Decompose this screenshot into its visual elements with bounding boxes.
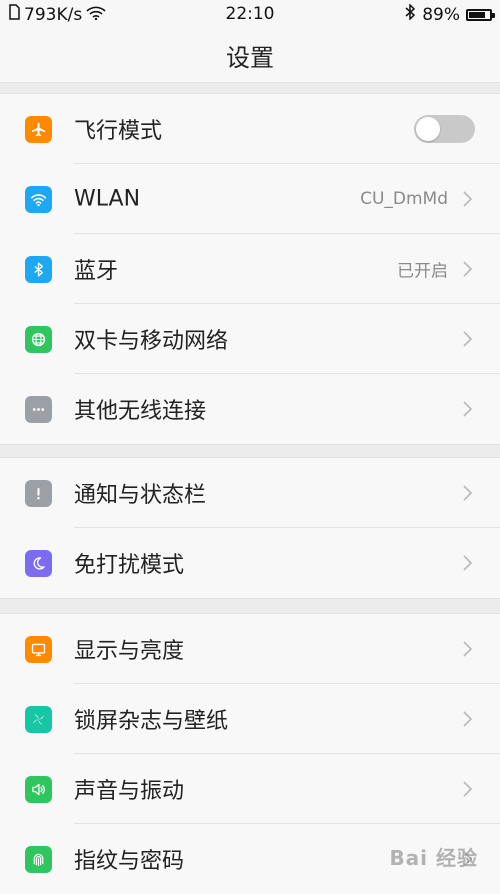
fingerprint-icon — [25, 846, 52, 873]
setting-label: 声音与振动 — [74, 779, 185, 804]
chevron-right-icon — [463, 191, 473, 207]
setting-label: 通知与状态栏 — [74, 483, 207, 508]
battery-icon — [466, 8, 495, 21]
airplane-icon — [25, 116, 52, 143]
setting-label: 免打扰模式 — [74, 553, 185, 578]
setting-label: WLAN — [74, 186, 141, 212]
chevron-right-icon — [463, 261, 473, 277]
status-bar: 793K/s 22:10 89% — [0, 0, 500, 28]
bluetooth-status: 已开启 — [397, 261, 448, 282]
settings-section-notifications: 通知与状态栏 免打扰模式 — [0, 458, 500, 598]
setting-display-brightness[interactable]: 显示与亮度 — [0, 614, 500, 684]
watermark-text: Bai 经验 — [389, 846, 478, 870]
setting-label: 锁屏杂志与壁纸 — [74, 709, 229, 734]
setting-label: 指纹与密码 — [74, 849, 185, 874]
setting-label: 显示与亮度 — [74, 639, 185, 664]
setting-label: 双卡与移动网络 — [74, 329, 229, 354]
battery-percent: 89% — [422, 4, 460, 25]
section-gap — [0, 598, 500, 614]
settings-section-connectivity: 飞行模式 WLAN CU_DmMd 蓝牙 已开启 双卡与移动网络 其他无线连接 — [0, 94, 500, 444]
section-gap — [0, 83, 500, 94]
battery-fill — [469, 11, 486, 18]
setting-bluetooth[interactable]: 蓝牙 已开启 — [0, 234, 500, 304]
bluetooth-icon — [404, 3, 416, 25]
chevron-right-icon — [463, 711, 473, 727]
bluetooth-icon — [25, 256, 52, 283]
wlan-network-name: CU_DmMd — [360, 189, 448, 209]
setting-other-wireless[interactable]: 其他无线连接 — [0, 374, 500, 444]
monitor-icon — [25, 636, 52, 663]
setting-label: 蓝牙 — [74, 259, 119, 284]
setting-wlan[interactable]: WLAN CU_DmMd — [0, 164, 500, 234]
airplane-mode-toggle[interactable] — [414, 115, 475, 143]
header: 设置 — [0, 28, 500, 83]
chevron-right-icon — [463, 401, 473, 417]
wifi-icon — [25, 186, 52, 213]
toggle-knob — [416, 117, 440, 141]
page-title: 设置 — [226, 43, 274, 72]
moon-icon — [25, 550, 52, 577]
setting-notifications-status-bar[interactable]: 通知与状态栏 — [0, 458, 500, 528]
status-right: 89% — [404, 3, 495, 25]
setting-label: 其他无线连接 — [74, 399, 207, 424]
setting-do-not-disturb[interactable]: 免打扰模式 — [0, 528, 500, 598]
chevron-right-icon — [463, 485, 473, 501]
setting-label: 飞行模式 — [74, 119, 163, 144]
speaker-icon — [25, 776, 52, 803]
more-dots-icon — [25, 396, 52, 423]
pinwheel-icon — [25, 706, 52, 733]
globe-icon — [25, 326, 52, 353]
chevron-right-icon — [463, 781, 473, 797]
setting-sound-vibration[interactable]: 声音与振动 — [0, 754, 500, 824]
section-gap — [0, 444, 500, 458]
chevron-right-icon — [463, 641, 473, 657]
chevron-right-icon — [463, 555, 473, 571]
setting-dual-sim-mobile-network[interactable]: 双卡与移动网络 — [0, 304, 500, 374]
setting-airplane-mode[interactable]: 飞行模式 — [0, 94, 500, 164]
chevron-right-icon — [463, 331, 473, 347]
setting-lockscreen-wallpaper[interactable]: 锁屏杂志与壁纸 — [0, 684, 500, 754]
exclamation-icon — [25, 480, 52, 507]
